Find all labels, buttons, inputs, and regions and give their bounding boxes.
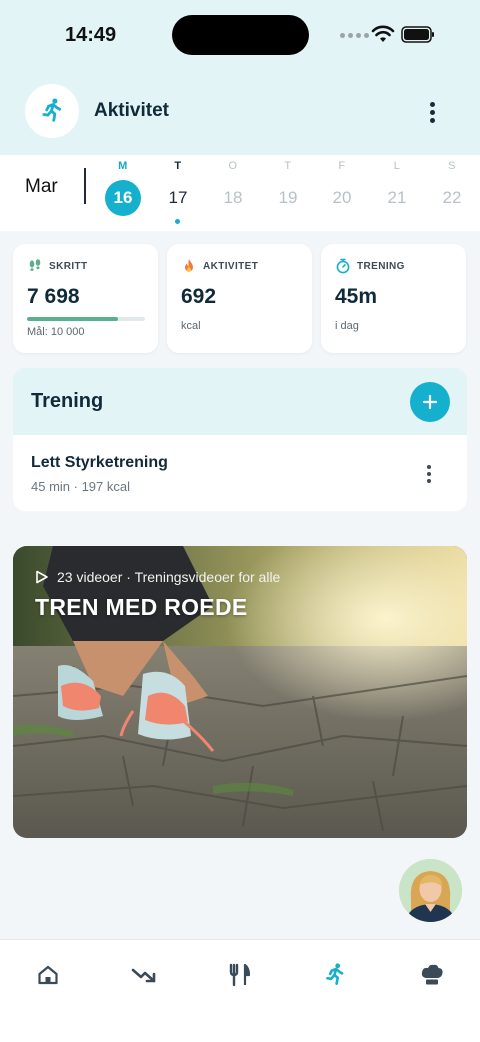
footprints-icon — [29, 259, 41, 271]
dynamic-island — [172, 15, 309, 55]
training-card-header: TRENING — [335, 258, 405, 274]
flame-icon — [185, 259, 193, 272]
day-friday[interactable]: F 20 — [317, 160, 367, 216]
wifi-icon — [371, 25, 395, 42]
steps-card-header: SKRITT — [27, 258, 88, 274]
steps-progress-bar — [27, 317, 145, 321]
steps-goal: Mål: 10 000 — [27, 326, 85, 338]
training-label: TRENING — [357, 260, 405, 272]
day-of-week: F — [338, 160, 346, 172]
day-number: 21 — [387, 188, 407, 207]
plus-icon — [422, 394, 438, 410]
day-of-week: T — [174, 160, 182, 172]
activity-unit: kcal — [181, 320, 201, 332]
day-number: 20 — [332, 188, 352, 207]
training-section: Trening Lett Styrketrening 45 min · 197 … — [13, 368, 467, 511]
activity-card-header: AKTIVITET — [181, 258, 258, 274]
video-meta: 23 videoer · Treningsvideoer for alle — [35, 569, 280, 585]
day-of-week: O — [228, 160, 238, 172]
steps-value: 7 698 — [27, 285, 80, 308]
status-time: 14:49 — [65, 24, 117, 46]
day-number: 19 — [278, 188, 298, 207]
activity-card[interactable]: AKTIVITET 692 kcal — [167, 244, 312, 353]
home-icon — [38, 965, 58, 985]
activity-value: 692 — [181, 285, 217, 308]
day-number: 22 — [442, 188, 462, 207]
chef-hat-icon — [421, 964, 443, 985]
month-label: Mar — [25, 176, 58, 197]
workout-name[interactable]: Lett Styrketrening — [31, 454, 168, 472]
steps-card[interactable]: SKRITT 7 698 Mål: 10 000 — [13, 244, 158, 353]
nav-activity[interactable] — [315, 960, 355, 990]
day-number: 17 — [168, 188, 188, 207]
day-thursday[interactable]: T 19 — [263, 160, 313, 216]
stopwatch-icon — [336, 258, 350, 274]
training-section-title: Trening — [31, 390, 104, 412]
steps-progress-fill — [27, 317, 118, 321]
video-meta-text: 23 videoer · Treningsvideoer for alle — [57, 569, 281, 585]
nav-progress[interactable] — [124, 960, 164, 990]
day-of-week: L — [393, 160, 401, 172]
activity-avatar[interactable] — [25, 84, 79, 138]
nav-recipes[interactable] — [412, 960, 452, 990]
running-icon — [42, 98, 61, 122]
training-card[interactable]: TRENING 45m i dag — [321, 244, 466, 353]
month-divider — [84, 168, 86, 204]
day-of-week: S — [448, 160, 456, 172]
day-sunday[interactable]: S 22 — [427, 160, 477, 216]
coach-avatar[interactable] — [399, 859, 462, 922]
play-icon — [36, 570, 48, 584]
day-of-week: T — [284, 160, 292, 172]
day-of-week: M — [118, 160, 128, 172]
training-value: 45m — [335, 285, 378, 308]
video-banner[interactable]: 23 videoer · Treningsvideoer for alle TR… — [13, 546, 467, 838]
workout-meta: 45 min · 197 kcal — [31, 479, 130, 494]
coach-portrait — [399, 859, 462, 922]
page-title: Aktivitet — [94, 100, 169, 121]
video-title: TREN MED ROEDE — [35, 594, 248, 620]
nav-home[interactable] — [28, 960, 68, 990]
day-monday[interactable]: M 16 — [98, 160, 148, 216]
banner-photo — [13, 546, 467, 838]
fork-knife-icon — [229, 963, 251, 987]
today-indicator — [175, 219, 180, 224]
day-number: 18 — [223, 188, 243, 207]
workout-more-button[interactable] — [419, 462, 439, 486]
battery-icon — [401, 26, 434, 43]
nav-food[interactable] — [220, 960, 260, 990]
steps-label: SKRITT — [49, 260, 88, 272]
more-options-button[interactable] — [420, 97, 444, 127]
training-section-header: Trening — [13, 368, 467, 435]
add-workout-button[interactable] — [410, 382, 450, 422]
day-wednesday[interactable]: O 18 — [208, 160, 258, 216]
day-saturday[interactable]: L 21 — [372, 160, 422, 216]
running-icon — [326, 963, 344, 985]
training-sub: i dag — [335, 320, 359, 332]
day-tuesday[interactable]: T 17 — [153, 160, 203, 216]
day-number: 16 — [105, 180, 141, 216]
trend-down-icon — [131, 968, 156, 983]
bottom-navigation — [0, 939, 480, 1042]
signal-icon — [340, 33, 369, 38]
activity-label: AKTIVITET — [203, 260, 259, 272]
